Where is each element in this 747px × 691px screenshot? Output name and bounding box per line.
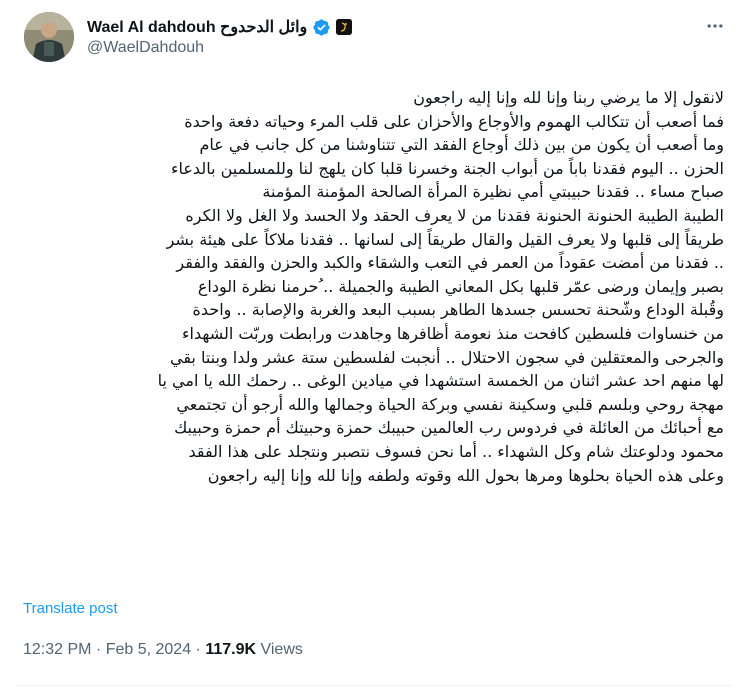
author-handle[interactable]: @WaelDahdouh bbox=[87, 39, 204, 57]
tweet-text-line: لها منهم احد عشر اثنان من الخمسة استشهدا… bbox=[157, 371, 724, 391]
meta-separator: · bbox=[91, 641, 106, 658]
tweet-text-line: الحزن .. اليوم فقدنا باباً من أبواب الجن… bbox=[170, 158, 724, 178]
more-horizontal-icon bbox=[707, 24, 723, 28]
al-jazeera-badge-icon[interactable] bbox=[336, 19, 353, 35]
tweet-time[interactable]: 12:32 PM bbox=[23, 641, 91, 659]
tweet-text: لانقول إلا ما يرضي ربنا وإنا لله وإنا إل… bbox=[18, 86, 724, 487]
tweet-text-line: صباح مساء .. فقدنا حبيبتي أمي نظيرة المر… bbox=[262, 182, 724, 202]
tweet-date[interactable]: Feb 5, 2024 bbox=[106, 641, 191, 659]
tweet-text-line: والجرحى والمعتقلين في سجون الاحتلال .. أ… bbox=[169, 347, 724, 367]
tweet-text-line: من خنساوات فلسطين كافحت منذ نعومة أظافره… bbox=[182, 323, 724, 343]
translate-post-link[interactable]: Translate post bbox=[23, 600, 118, 617]
tweet-text-line: وعلى هذه الحياة بحلوها ومرها بحول الله و… bbox=[207, 465, 724, 485]
more-options-button[interactable] bbox=[699, 10, 731, 42]
avatar[interactable] bbox=[24, 12, 74, 62]
views-count[interactable]: 117.9K bbox=[205, 641, 256, 659]
divider bbox=[16, 685, 731, 686]
tweet-text-line: الطيبة الطيبة الحنونة الحنونة فقدنا من ل… bbox=[185, 205, 724, 225]
views-label: Views bbox=[256, 641, 303, 658]
tweet-text-line: بصبر وإيمان ورضى عمّر قلبها بكل المعاني … bbox=[197, 276, 724, 296]
tweet-text-line: طريقاً إلى قلبها ولا يعرف القيل والقال ط… bbox=[166, 229, 724, 249]
verified-badge-icon bbox=[313, 18, 330, 36]
tweet-text-line: مع أحبائك من العائلة في فردوس رب العالمي… bbox=[174, 418, 724, 438]
tweet-meta: 12:32 PM · Feb 5, 2024 · 117.9K Views bbox=[23, 641, 303, 659]
author-display-name[interactable]: Wael Al dahdouh وائل الدحدوح bbox=[87, 17, 307, 37]
tweet-text-line: .. فقدنا من أمضت عقوداً من العمر في التع… bbox=[176, 253, 724, 273]
tweet-text-line: فما أصعب أن تتكالب الهموم والأوجاع والأح… bbox=[184, 111, 724, 131]
person-photo-icon bbox=[24, 12, 74, 62]
author-name-row[interactable]: Wael Al dahdouh وائل الدحدوح bbox=[87, 16, 353, 38]
tweet-text-line: محمود ودلوعتك شام وكل الشهداء .. أما نحن… bbox=[188, 441, 725, 461]
meta-separator: · bbox=[191, 641, 206, 658]
tweet-text-line: مهجة روحي وبلسم قلبي وسكينة نفسي وبركة ا… bbox=[176, 394, 724, 414]
tweet-text-line: وقُبلة الوداع وشّحنة تحسس جسدها الطاهر ب… bbox=[192, 300, 724, 320]
tweet-text-line: لانقول إلا ما يرضي ربنا وإنا لله وإنا إل… bbox=[413, 88, 724, 107]
tweet-text-line: وما أصعب أن يكون من بين ذلك أوجاع الفقد … bbox=[199, 135, 724, 155]
